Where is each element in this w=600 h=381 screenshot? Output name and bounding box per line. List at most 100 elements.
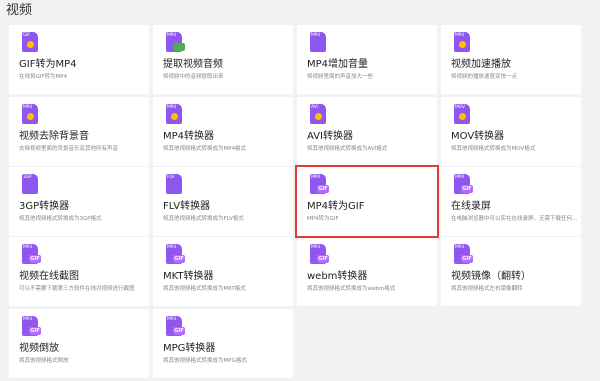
card-title: MKT转换器: [163, 271, 214, 282]
file-ext-label: MP4: [455, 175, 464, 180]
card-title: GIF转为MP4: [19, 59, 77, 70]
file-ext-label: MP4: [167, 33, 176, 38]
card-description: 将其他视频格式转换成为AVI格式: [307, 146, 388, 152]
card-title: 3GP转换器: [19, 201, 70, 212]
file-ext-label: MP4: [23, 245, 32, 250]
video-file-icon: MP4: [22, 104, 38, 124]
card-title: 视频倒放: [19, 343, 59, 354]
card-title: MP4转换器: [163, 131, 215, 142]
card-title: 视频在线截图: [19, 271, 79, 282]
tool-card[interactable]: MP4 GIF 视频镜像（翻转） 将其他视频格式左右镜像翻转: [441, 237, 581, 306]
file-ext-label: MOV: [455, 105, 465, 110]
card-title: webm转换器: [307, 271, 368, 282]
card-title: MP4转为GIF: [307, 201, 365, 212]
file-badge: [27, 113, 34, 120]
file-badge: [173, 43, 185, 51]
tool-card[interactable]: MP4 提取视频音频 将视频中的音频提取出来: [153, 25, 293, 94]
card-description: 去除视频里面的背景音乐及其他所有声音: [19, 146, 119, 152]
video-file-icon: MP4 GIF: [310, 244, 329, 264]
card-description: 将其他视频格式左右镜像翻转: [451, 286, 523, 292]
card-description: 将其他视频格式转换成为MPG格式: [163, 358, 247, 364]
video-file-icon: MP4 GIF: [310, 174, 329, 194]
file-ext-label: MP4: [455, 245, 464, 250]
file-ext-label: MP4: [167, 245, 176, 250]
tool-card[interactable]: MP4 GIF 在线录屏在电脑浏览器中可以实在在线录屏，无需下载任何软件: [441, 167, 581, 236]
card-description: 将其他视频格式倒放: [19, 358, 69, 364]
file-badge: GIF: [461, 185, 473, 193]
tool-card[interactable]: MP4 GIF MP4转为GIF MP4转为GIF: [295, 165, 439, 238]
file-badge: GIF: [317, 255, 329, 263]
tool-card[interactable]: FLV FLV转换器将其他视频格式转换成为FLV格式: [153, 167, 293, 236]
tool-card[interactable]: MP4 MP4转换器将其他视频格式转换成为MP4格式: [153, 97, 293, 166]
file-badge: GIF: [173, 255, 185, 263]
file-badge: GIF: [29, 255, 41, 263]
card-description: 将其他视频格式转换成为FLV格式: [163, 216, 244, 222]
video-file-icon: MP4: [454, 32, 470, 52]
video-file-icon: GIF: [22, 32, 38, 52]
video-file-icon: MP4: [166, 104, 182, 124]
file-ext-label: MP4: [311, 245, 320, 250]
file-ext-label: MP4: [23, 105, 32, 110]
tool-card[interactable]: 3GP 3GP转换器将其他视频格式转换成为3GP格式: [9, 167, 149, 236]
card-title: MPG转换器: [163, 343, 216, 354]
tool-card[interactable]: MP4 视频加速播放 将视频的播放速度变快一点: [441, 25, 581, 94]
video-file-icon: MP4 GIF: [166, 244, 185, 264]
tool-card[interactable]: MP4 GIF MKT转换器将其他视频格式转换成为MKT格式: [153, 237, 293, 306]
card-description: 将其他视频格式转换成为webm格式: [307, 286, 396, 292]
file-ext-label: MP4: [23, 317, 32, 322]
card-description: 在线将GIF转为MP4: [19, 74, 68, 80]
tool-card[interactable]: AVI AVI转换器将其他视频格式转换成为AVI格式: [297, 97, 437, 166]
card-description: MP4转为GIF: [307, 216, 339, 222]
card-title: 在线录屏: [451, 201, 491, 212]
card-description: 将其他视频格式转换成为3GP格式: [19, 216, 102, 222]
card-description: 将其他视频格式转换成为MKT格式: [163, 286, 246, 292]
tool-card[interactable]: MP4 GIF webm转换器将其他视频格式转换成为webm格式: [297, 237, 437, 306]
file-badge: GIF: [173, 327, 185, 335]
tool-card[interactable]: MOV MOV转换器将其他视频格式转换成为MOV格式: [441, 97, 581, 166]
file-badge: GIF: [29, 327, 41, 335]
video-file-icon: AVI: [310, 104, 326, 124]
card-description: 将其他视频格式转换成为MOV格式: [451, 146, 536, 152]
tool-card[interactable]: MP4 MP4增加音量 将视频里面的声音加大一些: [297, 25, 437, 94]
card-description: 将视频里面的声音加大一些: [307, 74, 374, 80]
section-title: 视频: [6, 3, 33, 18]
tool-card[interactable]: MP4 视频去除背景音 去除视频里面的背景音乐及其他所有声音: [9, 97, 149, 166]
file-ext-label: MP4: [311, 175, 320, 180]
file-badge: GIF: [461, 255, 473, 263]
card-title: FLV转换器: [163, 201, 211, 212]
file-badge: [315, 113, 322, 120]
file-badge: GIF: [317, 185, 329, 193]
card-description: 可以不需要下载第三方软件在线对视频进行截图: [19, 286, 135, 292]
video-file-icon: MP4 GIF: [22, 244, 41, 264]
video-file-icon: MP4: [166, 32, 185, 52]
file-ext-label: MP4: [455, 33, 464, 38]
card-description: 将其他视频格式转换成为MP4格式: [163, 146, 247, 152]
file-ext-label: MP4: [167, 105, 176, 110]
file-badge: [27, 41, 34, 48]
card-title: MP4增加音量: [307, 59, 369, 70]
file-ext-label: 3GP: [23, 175, 32, 180]
card-title: 视频加速播放: [451, 59, 511, 70]
file-ext-label: FLV: [167, 175, 175, 180]
card-title: MOV转换器: [451, 131, 505, 142]
file-badge: [459, 41, 466, 48]
video-file-icon: MP4 GIF: [454, 174, 473, 194]
tool-card[interactable]: MP4 GIF 视频在线截图可以不需要下载第三方软件在线对视频进行截图: [9, 237, 149, 306]
video-file-icon: FLV: [166, 174, 182, 194]
file-ext-label: GIF: [23, 33, 30, 38]
video-file-icon: MP4 GIF: [166, 316, 185, 336]
card-title: AVI转换器: [307, 131, 353, 142]
card-title: 视频镜像（翻转）: [451, 271, 531, 282]
file-ext-label: MP4: [167, 317, 176, 322]
file-badge: [459, 113, 466, 120]
file-ext-label: AVI: [311, 105, 318, 110]
video-file-icon: 3GP: [22, 174, 38, 194]
tool-card[interactable]: MP4 GIF 视频倒放将其他视频格式倒放: [9, 309, 149, 378]
video-file-icon: MP4 GIF: [454, 244, 473, 264]
card-description: 将视频中的音频提取出来: [163, 74, 224, 80]
tool-card[interactable]: GIF GIF转为MP4 在线将GIF转为MP4: [9, 25, 149, 94]
video-file-icon: MP4 GIF: [22, 316, 41, 336]
file-badge: [171, 113, 178, 120]
card-description: 在电脑浏览器中可以实在在线录屏，无需下载任何软件: [451, 216, 579, 222]
tool-card[interactable]: MP4 GIF MPG转换器将其他视频格式转换成为MPG格式: [153, 309, 293, 378]
